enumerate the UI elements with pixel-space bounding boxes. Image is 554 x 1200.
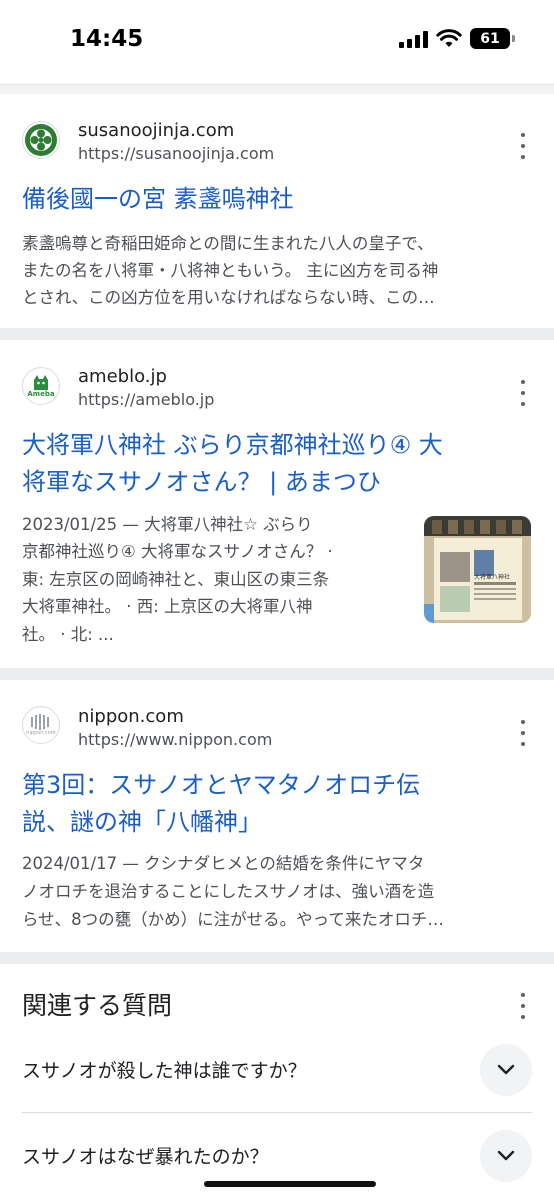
related-question[interactable]: スサノオが殺した神は誰ですか？	[22, 1056, 307, 1083]
site-url[interactable]: https://susanoojinja.com	[78, 144, 274, 163]
chevron-down-icon	[497, 1064, 515, 1075]
favicon-label: nippon.com	[26, 729, 56, 736]
ameba-icon	[34, 375, 48, 390]
result-title-line[interactable]: 大将軍八神社 ぶらり京都神社巡り④ 大	[22, 428, 443, 462]
more-options-icon[interactable]	[516, 380, 530, 406]
nippon-com-icon	[31, 713, 49, 730]
chevron-down-icon	[497, 1150, 515, 1161]
result-snippet-line: らせ、8つの甕（かめ）に注がせる。やって来たオロチ…	[22, 910, 444, 929]
more-options-icon[interactable]	[516, 720, 530, 746]
status-icons: 61	[399, 28, 515, 49]
related-question[interactable]: スサノオはなぜ暴れたのか？	[22, 1142, 269, 1169]
result-snippet-line: 大将軍神社。 · 西: 上京区の大将軍八神	[22, 597, 313, 616]
result-separator	[0, 668, 554, 680]
shrine-crest-icon	[25, 124, 57, 156]
result-title-line[interactable]: 説、謎の神「八幡神」	[22, 805, 262, 839]
result-snippet-line: 社。 · 北: ...	[22, 625, 114, 644]
wifi-icon	[436, 28, 462, 47]
top-divider	[0, 84, 554, 94]
battery-icon: 61	[470, 28, 515, 49]
result-title-line[interactable]: 将軍なスサノオさん？ | あまつひ	[22, 465, 381, 499]
result-snippet-line: とされ、この凶方位を用いなければならない時、この…	[22, 288, 435, 307]
site-favicon[interactable]: Ameba	[22, 367, 60, 405]
shrine-poster-image	[424, 516, 531, 623]
site-name[interactable]: ameblo.jp	[78, 366, 167, 387]
more-options-icon[interactable]	[516, 133, 530, 159]
site-url[interactable]: https://ameblo.jp	[78, 390, 214, 409]
more-options-icon[interactable]	[516, 993, 530, 1019]
site-url[interactable]: https://www.nippon.com	[78, 730, 272, 749]
result-title-line[interactable]: 備後國一の宮 素盞嗚神社	[22, 182, 294, 216]
site-name[interactable]: susanoojinja.com	[78, 120, 234, 141]
result-thumbnail[interactable]: 大将軍八神社	[424, 516, 531, 623]
related-questions-title: 関連する質問	[22, 991, 173, 1020]
result-snippet-line: 2023/01/25 — 大将軍八神社☆ ぶらり	[22, 515, 313, 534]
site-name[interactable]: nippon.com	[78, 706, 184, 727]
search-result: susanoojinja.com https://susanoojinja.co…	[0, 96, 554, 328]
favicon-label: Ameba	[27, 390, 55, 398]
result-snippet-line: 素盞嗚尊と奇稲田姫命との間に生まれた八人の皇子で、	[22, 234, 434, 253]
expand-question-button[interactable]	[480, 1044, 532, 1096]
search-result: nippon.com nippon.com https://www.nippon…	[0, 680, 554, 952]
result-snippet-line: 東: 左京区の岡崎神社と、東山区の東三条	[22, 570, 330, 589]
battery-level: 61	[480, 30, 500, 47]
thumbnail-caption: 大将軍八神社	[474, 574, 511, 581]
result-separator	[0, 328, 554, 340]
search-result: Ameba ameblo.jp https://ameblo.jp 大将軍八神社…	[0, 340, 554, 668]
signal-icon	[399, 30, 428, 48]
result-snippet-line: 2024/01/17 — クシナダヒメとの結婚を条件にヤマタ	[22, 854, 425, 873]
home-indicator[interactable]	[204, 1181, 376, 1187]
site-favicon[interactable]	[22, 121, 60, 159]
site-favicon[interactable]: nippon.com	[22, 706, 60, 744]
result-separator	[0, 952, 554, 964]
result-snippet-line: ノオロチを退治することにしたスサノオは、強い酒を造	[22, 882, 435, 901]
expand-question-button[interactable]	[480, 1130, 532, 1182]
result-snippet-line: またの名を八将軍・八将神ともいう。 主に凶方を司る神	[22, 261, 439, 280]
status-bar: 14:45 61	[0, 0, 554, 84]
question-divider	[22, 1112, 532, 1113]
result-snippet-line: 京都神社巡り④ 大将軍なスサノオさん？ ·	[22, 542, 333, 561]
result-title-line[interactable]: 第3回：スサノオとヤマタノオロチ伝	[22, 768, 420, 802]
status-time: 14:45	[70, 26, 144, 52]
